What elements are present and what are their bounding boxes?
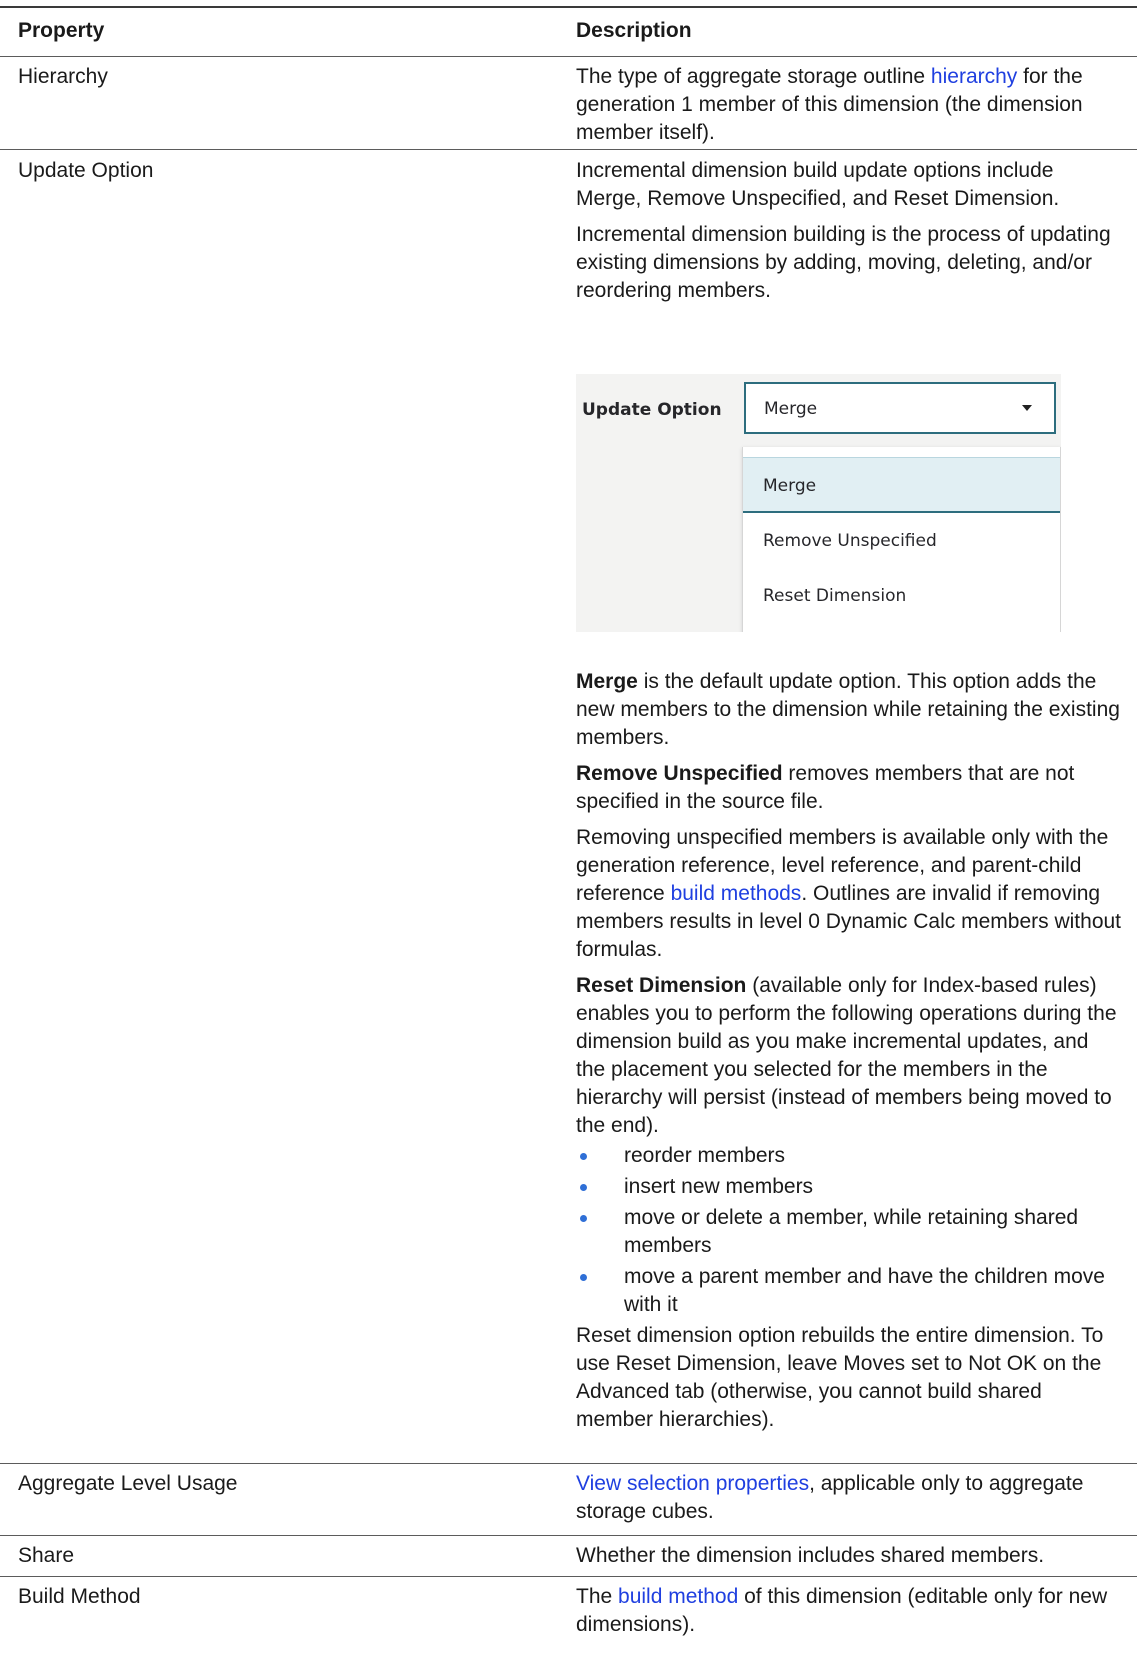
row-update-option-property: Update Option: [18, 159, 154, 182]
header-description: Description: [576, 19, 692, 42]
update-option-label: Update Option: [582, 400, 722, 420]
build-methods-link[interactable]: build methods: [671, 882, 802, 905]
row-build-method-description: The build method of this dimension (edit…: [576, 1585, 1108, 1636]
row-rule: [0, 1463, 1137, 1464]
update-option-screenshot: Update Option Merge Merge Remove Unspeci…: [576, 374, 1061, 632]
hierarchy-link[interactable]: hierarchy: [931, 65, 1017, 88]
bullet-icon: [580, 1215, 587, 1222]
row-rule: [0, 149, 1137, 150]
row-build-method-property: Build Method: [18, 1585, 141, 1608]
row-hierarchy-property: Hierarchy: [18, 65, 108, 88]
row-rule: [0, 1535, 1137, 1536]
row-update-option-description-bottom: Merge is the default update option. This…: [576, 668, 1121, 1442]
merge-paragraph: Merge is the default update option. This…: [576, 670, 1120, 749]
row-share-description: Whether the dimension includes shared me…: [576, 1544, 1045, 1567]
menu-option-remove-unspecified[interactable]: Remove Unspecified: [743, 513, 1060, 569]
bullet-icon: [580, 1184, 587, 1191]
chevron-down-icon: [1022, 405, 1032, 411]
bullet-icon: [580, 1153, 587, 1160]
list-item: move a parent member and have the childr…: [576, 1263, 1121, 1319]
header-property: Property: [18, 19, 105, 42]
reset-paragraph: Reset Dimension (available only for Inde…: [576, 974, 1117, 1137]
hierarchy-text: The type of aggregate storage outline: [576, 65, 931, 88]
table-top-rule: [0, 6, 1137, 8]
list-item: insert new members: [576, 1173, 1121, 1201]
reset-note-paragraph: Reset dimension option rebuilds the enti…: [576, 1324, 1104, 1431]
update-option-menu: Merge Remove Unspecified Reset Dimension: [742, 447, 1061, 632]
remove-paragraph: Remove Unspecified removes members that …: [576, 762, 1075, 813]
reset-operations-list: reorder members insert new members move …: [576, 1142, 1121, 1319]
update-option-selected-value: Merge: [764, 399, 818, 419]
row-update-option-description-top: Incremental dimension build update optio…: [576, 157, 1121, 313]
update-option-p2: Incremental dimension building is the pr…: [576, 223, 1111, 302]
list-item: move or delete a member, while retaining…: [576, 1204, 1121, 1260]
row-rule: [0, 1576, 1137, 1577]
row-aggregate-description: View selection properties, applicable on…: [576, 1472, 1084, 1523]
list-item: reorder members: [576, 1142, 1121, 1170]
bullet-icon: [580, 1274, 587, 1281]
build-method-link[interactable]: build method: [618, 1585, 738, 1608]
row-aggregate-property: Aggregate Level Usage: [18, 1472, 238, 1495]
view-selection-properties-link[interactable]: View selection properties: [576, 1472, 809, 1495]
menu-option-reset-dimension[interactable]: Reset Dimension: [743, 568, 1060, 624]
row-share-property: Share: [18, 1544, 75, 1567]
update-option-p1: Incremental dimension build update optio…: [576, 159, 1060, 210]
header-rule: [0, 56, 1137, 57]
removing-paragraph: Removing unspecified members is availabl…: [576, 826, 1122, 961]
menu-option-merge[interactable]: Merge: [743, 457, 1060, 513]
row-hierarchy-description: The type of aggregate storage outline hi…: [576, 63, 1121, 155]
update-option-select[interactable]: Merge: [744, 382, 1056, 434]
